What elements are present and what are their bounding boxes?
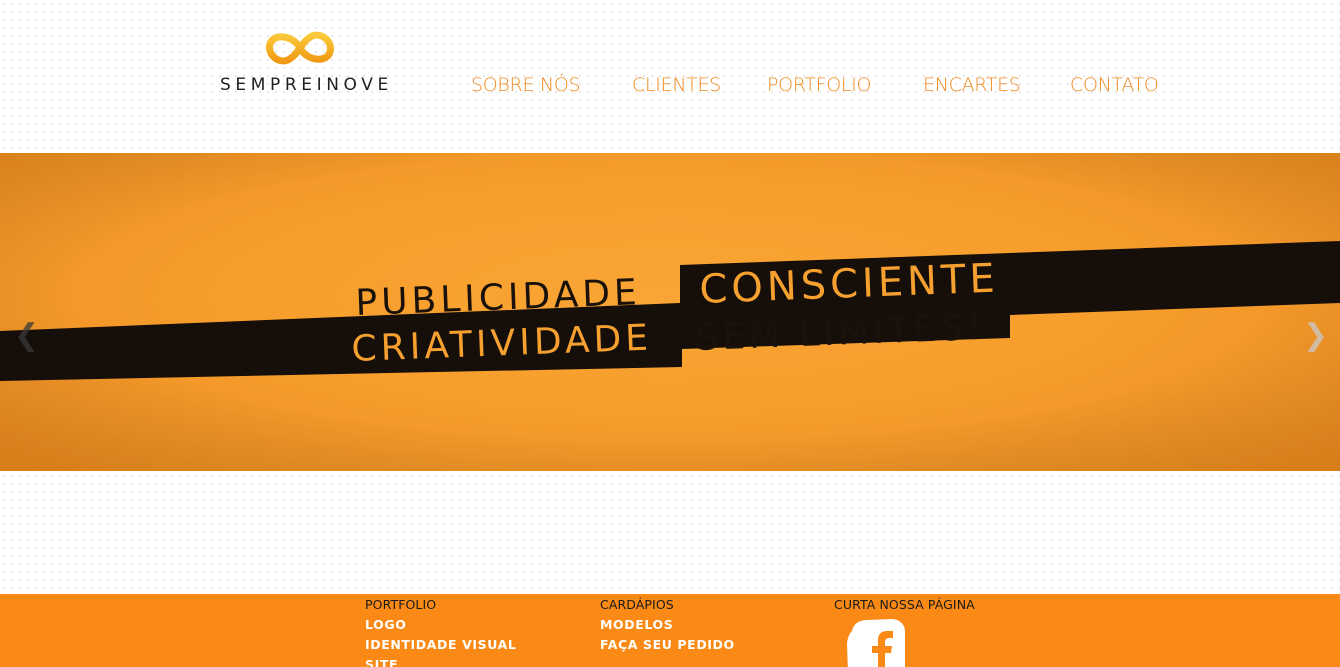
nav-portfolio[interactable]: PORTFOLIO: [767, 74, 871, 96]
footer-column-social: CURTA NOSSA PÁGINA: [834, 597, 1014, 667]
footer-link-site[interactable]: SITE: [365, 657, 516, 667]
infinity-icon: [266, 31, 334, 65]
nav-clientes[interactable]: CLIENTES: [632, 74, 721, 96]
logo-wordmark: SEMPREINOVE: [220, 75, 393, 95]
footer-heading-curta: CURTA NOSSA PÁGINA: [834, 597, 975, 612]
hero-slider: PUBLICIDADE CONSCIENTE CRIATIVIDADE SEM …: [0, 153, 1340, 471]
footer-heading-cardapios: CARDÁPIOS: [600, 597, 674, 612]
facebook-icon[interactable]: [844, 617, 906, 667]
footer-link-identidade-visual[interactable]: IDENTIDADE VISUAL: [365, 637, 516, 657]
nav-contato[interactable]: CONTATO: [1070, 74, 1159, 96]
footer-link-modelos[interactable]: MODELOS: [600, 617, 735, 637]
footer-link-logo[interactable]: LOGO: [365, 617, 516, 637]
chevron-left-icon[interactable]: ❮: [14, 321, 39, 351]
footer-column-cardapios: CARDÁPIOS MODELOS FAÇA SEU PEDIDO: [600, 597, 735, 657]
site-footer: PORTFOLIO LOGO IDENTIDADE VISUAL SITE CA…: [0, 594, 1340, 667]
footer-heading-portfolio: PORTFOLIO: [365, 597, 437, 612]
nav-encartes[interactable]: ENCARTES: [923, 74, 1021, 96]
hero-banner-graphic: PUBLICIDADE CONSCIENTE CRIATIVIDADE SEM …: [0, 153, 1340, 471]
site-logo[interactable]: SEMPREINOVE: [218, 28, 388, 98]
chevron-right-icon[interactable]: ❯: [1303, 321, 1328, 351]
footer-column-portfolio: PORTFOLIO LOGO IDENTIDADE VISUAL SITE: [365, 597, 516, 667]
nav-sobre-nos[interactable]: SOBRE NÓS: [471, 74, 581, 96]
footer-link-faca-seu-pedido[interactable]: FAÇA SEU PEDIDO: [600, 637, 735, 657]
